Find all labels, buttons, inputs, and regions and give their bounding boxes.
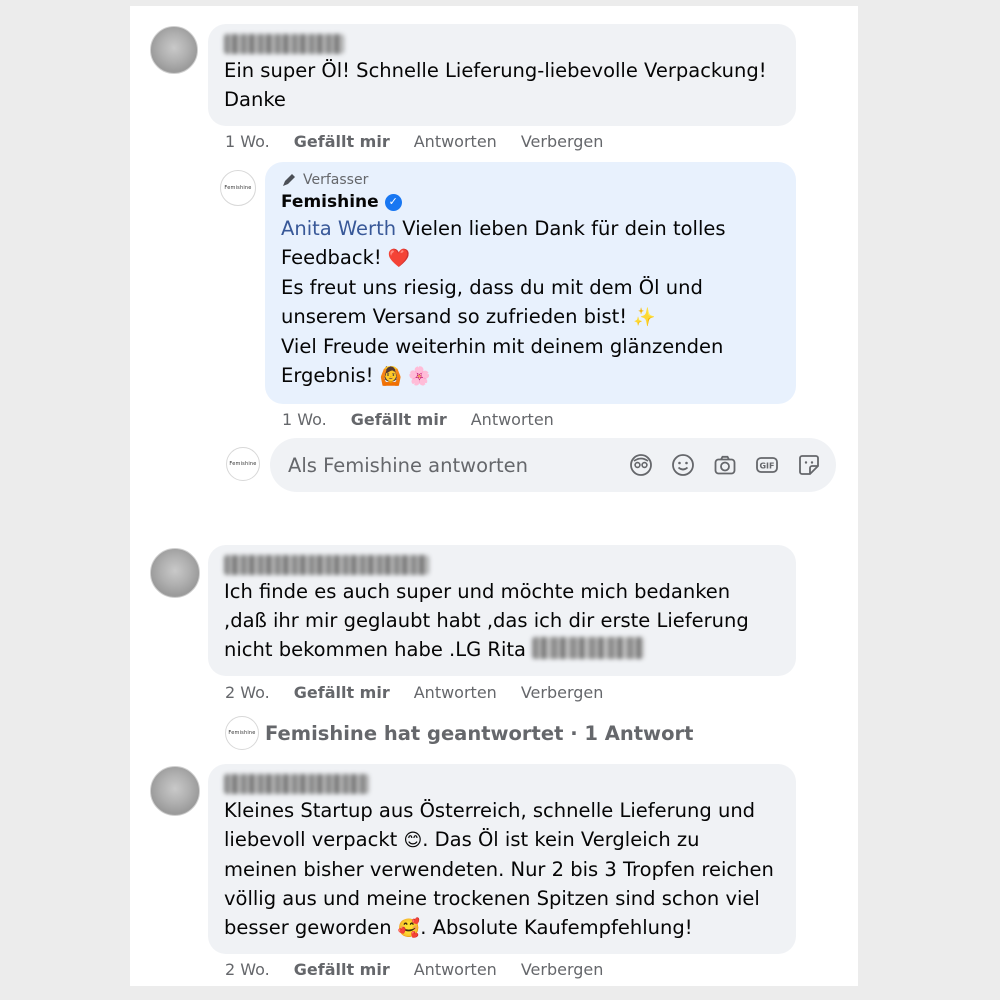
commenter-avatar[interactable] <box>150 766 200 816</box>
comment-text-line: Kleines Startup aus Österreich, schnelle… <box>224 799 756 822</box>
comment-actions: 1 Wo. Gefällt mir Antworten Verbergen <box>225 132 603 151</box>
comment-bubble: Ein super Öl! Schnelle Lieferung-liebevo… <box>208 24 796 126</box>
sparkles-emoji: ✨ <box>633 307 656 328</box>
like-button[interactable]: Gefällt mir <box>294 960 390 979</box>
reply-time[interactable]: 1 Wo. <box>282 410 327 429</box>
comment-text-line: völlig aus und meine trockenen Spitzen s… <box>224 887 760 910</box>
comment-text-line: besser geworden <box>224 916 392 939</box>
reply-text-line: Feedback! <box>281 246 382 269</box>
reply-input-placeholder[interactable]: Als Femishine antworten <box>288 454 628 477</box>
person-emoji: 🙆 <box>379 366 403 387</box>
reply-button[interactable]: Antworten <box>414 683 497 702</box>
comment-time[interactable]: 2 Wo. <box>225 960 270 979</box>
verified-badge-icon: ✓ <box>384 193 402 211</box>
like-button[interactable]: Gefällt mir <box>294 683 390 702</box>
comment-bubble: Kleines Startup aus Österreich, schnelle… <box>208 764 796 954</box>
reply-text-line: Viel Freude weiterhin mit deinem glänzen… <box>281 335 724 358</box>
mention-link[interactable]: Anita Werth <box>281 217 396 240</box>
comment-time[interactable]: 2 Wo. <box>225 683 270 702</box>
femishine-avatar[interactable]: Femishine <box>220 170 256 206</box>
avatar-sticker-icon[interactable] <box>628 452 654 478</box>
hearts-emoji: 🥰 <box>397 918 421 939</box>
author-tag: Verfasser <box>281 170 780 190</box>
femishine-avatar-tiny: Femishine <box>225 716 259 750</box>
commenter-avatar[interactable] <box>150 26 198 74</box>
comment-actions: 2 Wo. Gefällt mir Antworten Verbergen <box>225 960 603 979</box>
blurred-commenter-name[interactable] <box>224 555 429 575</box>
author-reply-bubble: Verfasser Femishine ✓ Anita Werth Vielen… <box>265 162 796 404</box>
author-name[interactable]: Femishine ✓ <box>281 190 780 214</box>
reply-text-line: unserem Versand so zufrieden bist! <box>281 305 628 328</box>
reply-text-line: Vielen lieben Dank für dein tolles <box>396 217 726 240</box>
comment-text-line: nicht bekommen habe .LG Rita <box>224 638 526 661</box>
author-tag-label: Verfasser <box>303 172 369 188</box>
smile-emoji: 😊 <box>403 830 423 851</box>
author-reply-text: Anita Werth Vielen lieben Dank für dein … <box>281 214 780 391</box>
blurred-commenter-name[interactable] <box>224 34 344 54</box>
blurred-commenter-name[interactable] <box>224 774 369 794</box>
reply-text-line: Ergebnis! <box>281 364 374 387</box>
reply-button[interactable]: Antworten <box>471 410 554 429</box>
comment-text-line: . Absolute Kaufempfehlung! <box>420 916 693 939</box>
comment-text-line: . Das Öl ist kein Vergleich zu <box>422 828 700 851</box>
hide-button[interactable]: Verbergen <box>521 960 604 979</box>
hide-button[interactable]: Verbergen <box>521 683 604 702</box>
emoji-icon[interactable] <box>670 452 696 478</box>
comment-text-line: Ich finde es auch super und möchte mich … <box>224 580 731 603</box>
replied-summary-text: Femishine hat geantwortet · 1 Antwort <box>265 721 694 745</box>
reply-text-line: Es freut uns riesig, dass du mit dem Öl … <box>281 276 703 299</box>
reply-button[interactable]: Antworten <box>414 960 497 979</box>
gif-icon[interactable]: GIF <box>754 452 780 478</box>
comment-time[interactable]: 1 Wo. <box>225 132 270 151</box>
comment-actions: 2 Wo. Gefällt mir Antworten Verbergen <box>225 683 603 702</box>
comment-text-line: ,daß ihr mir geglaubt habt ,das ich dir … <box>224 609 749 632</box>
reply-input[interactable]: Als Femishine antworten GIF <box>270 438 836 492</box>
author-name-text: Femishine <box>281 192 379 212</box>
like-button[interactable]: Gefällt mir <box>351 410 447 429</box>
brand-logo-text: Femishine <box>224 185 252 191</box>
commenter-avatar[interactable] <box>150 548 200 598</box>
comment-text-line: meinen bisher verwendeten. Nur 2 bis 3 T… <box>224 858 774 881</box>
blurred-surname <box>532 637 645 659</box>
svg-text:GIF: GIF <box>759 462 774 471</box>
view-replies-link[interactable]: Femishine Femishine hat geantwortet · 1 … <box>225 716 693 750</box>
author-pen-icon <box>283 174 295 186</box>
like-button[interactable]: Gefällt mir <box>294 132 390 151</box>
comment-text-line: Danke <box>224 88 286 111</box>
heart-emoji: ❤️ <box>387 248 411 269</box>
brand-logo-text: Femishine <box>228 730 256 736</box>
comment-text-line: liebevoll verpackt <box>224 828 398 851</box>
reply-button[interactable]: Antworten <box>414 132 497 151</box>
comment-bubble: Ich finde es auch super und möchte mich … <box>208 545 796 676</box>
hide-button[interactable]: Verbergen <box>521 132 604 151</box>
sticker-icon[interactable] <box>796 452 822 478</box>
reply-input-tools: GIF <box>628 452 836 478</box>
blossom-emoji: 🌸 <box>408 366 431 387</box>
femishine-avatar-small: Femishine <box>226 447 260 481</box>
camera-icon[interactable] <box>712 452 738 478</box>
comment-text-line: Ein super Öl! Schnelle Lieferung-liebevo… <box>224 59 767 82</box>
author-reply-actions: 1 Wo. Gefällt mir Antworten <box>282 410 554 429</box>
brand-logo-text: Femishine <box>229 461 257 467</box>
